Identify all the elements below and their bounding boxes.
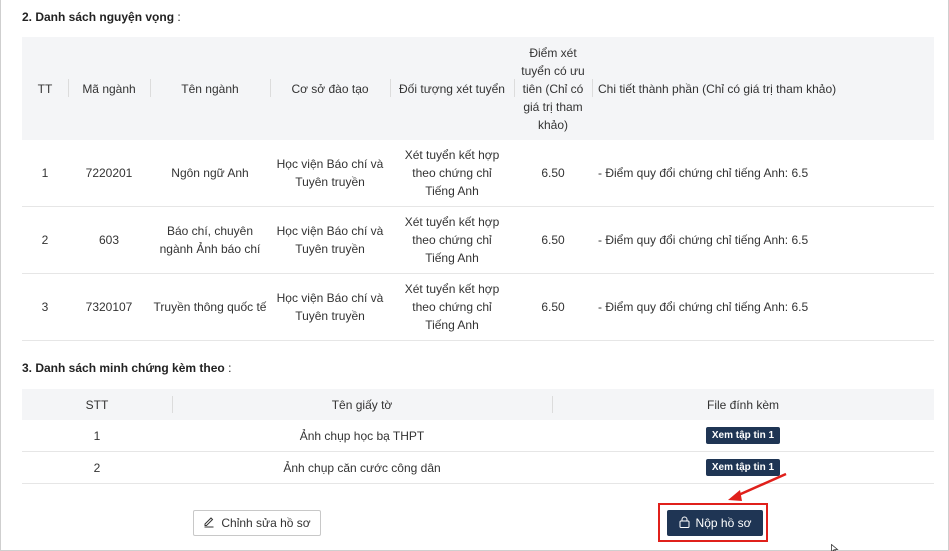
edit-profile-label: Chỉnh sửa hồ sơ [221,516,311,530]
row-ma-nganh: 7320107 [85,300,133,314]
header-chi-tiet: Chi tiết thành phần (Chỉ có giá trị tham… [598,81,837,96]
view-file-button[interactable]: Xem tập tin 1 [705,427,781,444]
pencil-icon [203,516,215,531]
edit-profile-button[interactable]: Chỉnh sửa hồ sơ [193,510,321,536]
table-row: 2 603 Báo chí, chuyên ngành Ảnh báo chí … [22,207,934,274]
row-ten-giay-to: Ảnh chụp học bạ THPT [299,428,425,443]
header-tt: TT [37,81,53,96]
header-file-dinh-kem: File đính kèm [706,397,780,412]
row-doi-tuong: Xét tuyển kết hợp theo chứng chỉ Tiếng A… [404,148,500,198]
evidence-table: STT Tên giấy tờ File đính kèm 1 Ảnh chụp… [22,389,934,484]
row-diem: 6.50 [541,166,565,180]
header-diem: Điểm xét tuyển có ưu tiên (Chỉ có giá tr… [521,45,585,132]
submit-profile-label: Nộp hồ sơ [695,516,752,530]
row-ten-nganh: Báo chí, chuyên ngành Ảnh báo chí [159,224,261,256]
wishes-table: TT Mã ngành Tên ngành Cơ sở đào tạo Đối … [22,37,934,341]
row-ma-nganh: 7220201 [85,166,133,180]
row-diem: 6.50 [541,233,565,247]
row-tt: 1 [41,166,49,180]
row-chi-tiet: - Điểm quy đổi chứng chỉ tiếng Anh: 6.5 [598,166,809,180]
section-title-evidence: 3. Danh sách minh chứng kèm theo : [22,361,232,375]
row-ten-nganh: Ngôn ngữ Anh [171,166,249,180]
table-header: TT Mã ngành Tên ngành Cơ sở đào tạo Đối … [22,37,934,140]
table-row: 3 7320107 Truyền thông quốc tế Học viện … [22,274,934,341]
mouse-cursor-icon [831,542,839,551]
header-ten-nganh: Tên ngành [181,81,239,96]
table-header: STT Tên giấy tờ File đính kèm [22,389,934,420]
table-row: 1 Ảnh chụp học bạ THPT Xem tập tin 1 [22,420,934,452]
row-chi-tiet: - Điểm quy đổi chứng chỉ tiếng Anh: 6.5 [598,233,809,247]
row-file: Xem tập tin 1 [552,420,934,451]
row-tt: 2 [41,233,49,247]
row-co-so: Học viện Báo chí và Tuyên truyền [276,224,384,256]
row-diem: 6.50 [541,300,565,314]
header-ten-giay-to: Tên giấy tờ [331,397,393,412]
header-doi-tuong: Đối tượng xét tuyển [399,81,505,96]
header-ma-nganh: Mã ngành [82,81,136,96]
row-ten-giay-to: Ảnh chụp căn cước công dân [283,460,441,475]
row-stt: 2 [93,460,101,475]
section-title-wishes: 2. Danh sách nguyện vọng : [22,10,181,24]
row-stt: 1 [93,428,101,443]
header-stt: STT [85,397,109,412]
lock-icon [679,516,690,531]
header-co-so: Cơ sở đào tạo [291,81,369,96]
table-row: 1 7220201 Ngôn ngữ Anh Học viện Báo chí … [22,140,934,207]
submit-profile-button[interactable]: Nộp hồ sơ [667,510,763,536]
row-ma-nganh: 603 [98,233,120,247]
row-tt: 3 [41,300,49,314]
row-chi-tiet: - Điểm quy đổi chứng chỉ tiếng Anh: 6.5 [598,300,809,314]
row-co-so: Học viện Báo chí và Tuyên truyền [276,157,384,189]
table-row: 2 Ảnh chụp căn cước công dân Xem tập tin… [22,452,934,484]
row-doi-tuong: Xét tuyển kết hợp theo chứng chỉ Tiếng A… [404,215,500,265]
row-ten-nganh: Truyền thông quốc tế [153,300,267,314]
row-co-so: Học viện Báo chí và Tuyên truyền [276,291,384,323]
row-doi-tuong: Xét tuyển kết hợp theo chứng chỉ Tiếng A… [404,282,500,332]
red-arrow-icon [718,470,790,507]
